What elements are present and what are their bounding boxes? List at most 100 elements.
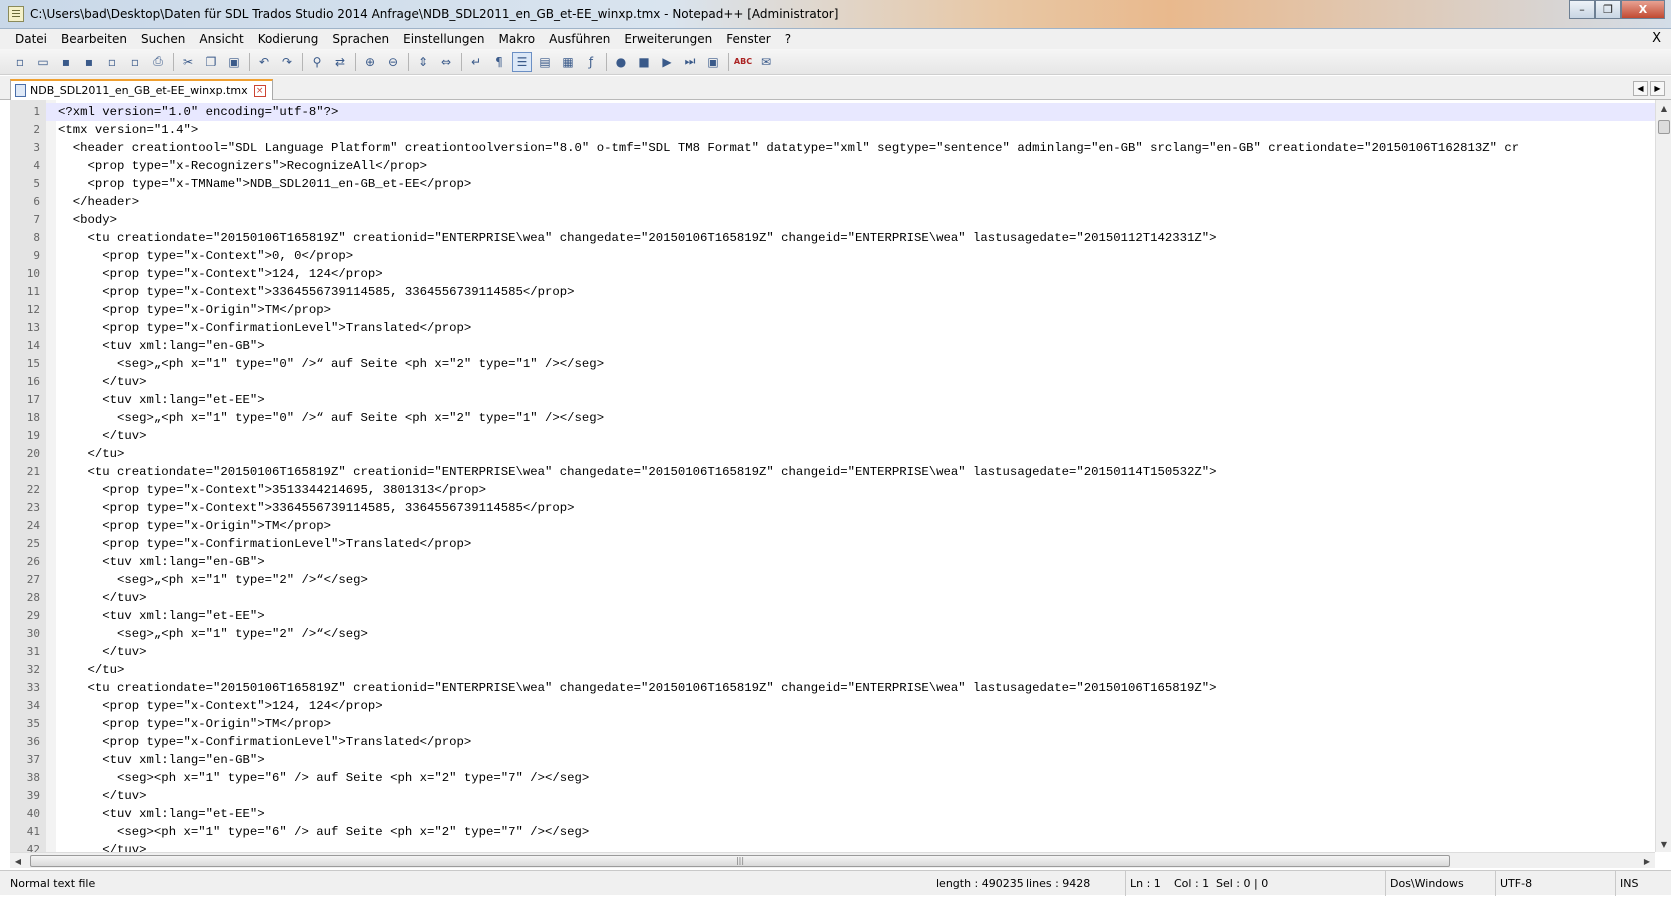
spell-check-icon[interactable]: ABC: [733, 52, 753, 72]
open-file-icon[interactable]: ▭: [33, 52, 53, 72]
code-line[interactable]: 35 <prop type="x-Origin">TM</prop>: [10, 715, 1655, 733]
stop-macro-icon[interactable]: ■: [634, 52, 654, 72]
vertical-scrollbar[interactable]: ▲ ▼: [1655, 100, 1671, 852]
scroll-up-icon[interactable]: ▲: [1656, 100, 1671, 116]
zoom-in-icon[interactable]: ⊕: [360, 52, 380, 72]
menu-erweiterungen[interactable]: Erweiterungen: [617, 32, 719, 46]
tab-scroll-right-icon[interactable]: ▶: [1650, 81, 1665, 96]
code-line[interactable]: 32 </tu>: [10, 661, 1655, 679]
code-line[interactable]: 37 <tuv xml:lang="en-GB">: [10, 751, 1655, 769]
menu-kodierung[interactable]: Kodierung: [251, 32, 326, 46]
code-line[interactable]: 23 <prop type="x-Context">33645567391145…: [10, 499, 1655, 517]
horizontal-scrollbar[interactable]: ◀ ||| ▶: [10, 852, 1655, 868]
document-map-icon[interactable]: ▦: [558, 52, 578, 72]
save-icon[interactable]: ▪: [56, 52, 76, 72]
menu-ausfuehren[interactable]: Ausführen: [542, 32, 617, 46]
sync-vertical-icon[interactable]: ⇕: [413, 52, 433, 72]
close-window-button[interactable]: X: [1621, 0, 1665, 19]
code-line[interactable]: 27 <seg>„<ph x="1" type="2" />“</seg>: [10, 571, 1655, 589]
undo-icon[interactable]: ↶: [254, 52, 274, 72]
code-line[interactable]: 5 <prop type="x-TMName">NDB_SDL2011_en-G…: [10, 175, 1655, 193]
code-line[interactable]: 31 </tuv>: [10, 643, 1655, 661]
code-line[interactable]: 42 </tuv>: [10, 841, 1655, 852]
tab-document[interactable]: NDB_SDL2011_en_GB_et-EE_winxp.tmx ×: [10, 79, 273, 100]
scroll-right-icon[interactable]: ▶: [1639, 853, 1655, 869]
language-icon[interactable]: ▤: [535, 52, 555, 72]
code-line[interactable]: 12 <prop type="x-Origin">TM</prop>: [10, 301, 1655, 319]
code-line[interactable]: 39 </tuv>: [10, 787, 1655, 805]
word-wrap-icon[interactable]: ↵: [466, 52, 486, 72]
find-icon[interactable]: ⚲: [307, 52, 327, 72]
code-line[interactable]: 26 <tuv xml:lang="en-GB">: [10, 553, 1655, 571]
vertical-scroll-thumb[interactable]: [1658, 120, 1670, 134]
spell-settings-icon[interactable]: ✉: [756, 52, 776, 72]
close-all-icon[interactable]: ▫: [125, 52, 145, 72]
code-line[interactable]: 14 <tuv xml:lang="en-GB">: [10, 337, 1655, 355]
menu-help[interactable]: ?: [778, 32, 798, 46]
scroll-down-icon[interactable]: ▼: [1656, 836, 1671, 852]
code-line[interactable]: 17 <tuv xml:lang="et-EE">: [10, 391, 1655, 409]
replace-icon[interactable]: ⇄: [330, 52, 350, 72]
menu-suchen[interactable]: Suchen: [134, 32, 192, 46]
code-line[interactable]: 9 <prop type="x-Context">0, 0</prop>: [10, 247, 1655, 265]
menu-einstellungen[interactable]: Einstellungen: [396, 32, 491, 46]
code-line[interactable]: 41 <seg><ph x="1" type="6" /> auf Seite …: [10, 823, 1655, 841]
code-line[interactable]: 7 <body>: [10, 211, 1655, 229]
minimize-button[interactable]: –: [1569, 0, 1595, 19]
horizontal-scroll-thumb[interactable]: |||: [30, 855, 1450, 867]
scroll-left-icon[interactable]: ◀: [10, 853, 26, 869]
code-line[interactable]: 13 <prop type="x-ConfirmationLevel">Tran…: [10, 319, 1655, 337]
indent-guide-icon[interactable]: ☰: [512, 51, 532, 72]
show-all-chars-icon[interactable]: ¶: [489, 52, 509, 72]
code-line[interactable]: 20 </tu>: [10, 445, 1655, 463]
menu-makro[interactable]: Makro: [491, 32, 542, 46]
menu-ansicht[interactable]: Ansicht: [192, 32, 250, 46]
code-line[interactable]: 22 <prop type="x-Context">3513344214695,…: [10, 481, 1655, 499]
code-line[interactable]: 36 <prop type="x-ConfirmationLevel">Tran…: [10, 733, 1655, 751]
code-line[interactable]: 6 </header>: [10, 193, 1655, 211]
new-file-icon[interactable]: ▫: [10, 52, 30, 72]
code-line[interactable]: 16 </tuv>: [10, 373, 1655, 391]
redo-icon[interactable]: ↷: [277, 52, 297, 72]
code-line[interactable]: 28 </tuv>: [10, 589, 1655, 607]
paste-icon[interactable]: ▣: [224, 52, 244, 72]
record-macro-icon[interactable]: ●: [611, 52, 631, 72]
code-line[interactable]: 38 <seg><ph x="1" type="6" /> auf Seite …: [10, 769, 1655, 787]
menu-datei[interactable]: Datei: [8, 32, 54, 46]
menu-sprachen[interactable]: Sprachen: [325, 32, 396, 46]
tab-close-icon[interactable]: ×: [253, 84, 266, 97]
code-line[interactable]: 30 <seg>„<ph x="1" type="2" />“</seg>: [10, 625, 1655, 643]
close-document-button[interactable]: X: [1652, 31, 1661, 46]
code-line[interactable]: 10 <prop type="x-Context">124, 124</prop…: [10, 265, 1655, 283]
code-line[interactable]: 40 <tuv xml:lang="et-EE">: [10, 805, 1655, 823]
code-line[interactable]: 18 <seg>„<ph x="1" type="0" />“ auf Seit…: [10, 409, 1655, 427]
code-line[interactable]: 2 <tmx version="1.4">: [10, 121, 1655, 139]
maximize-button[interactable]: ❐: [1595, 0, 1621, 19]
save-macro-icon[interactable]: ▣: [703, 52, 723, 72]
menu-bearbeiten[interactable]: Bearbeiten: [54, 32, 134, 46]
play-macro-icon[interactable]: ▶: [657, 52, 677, 72]
code-line[interactable]: 15 <seg>„<ph x="1" type="0" />“ auf Seit…: [10, 355, 1655, 373]
menu-fenster[interactable]: Fenster: [719, 32, 778, 46]
print-icon[interactable]: ⎙: [148, 52, 168, 72]
code-line[interactable]: 4 <prop type="x-Recognizers">RecognizeAl…: [10, 157, 1655, 175]
code-line[interactable]: 29 <tuv xml:lang="et-EE">: [10, 607, 1655, 625]
copy-icon[interactable]: ❐: [201, 52, 221, 72]
cut-icon[interactable]: ✂: [178, 52, 198, 72]
save-all-icon[interactable]: ▪: [79, 52, 99, 72]
zoom-out-icon[interactable]: ⊖: [383, 52, 403, 72]
function-list-icon[interactable]: ƒ: [581, 52, 601, 72]
code-line[interactable]: 11 <prop type="x-Context">33645567391145…: [10, 283, 1655, 301]
run-macro-multiple-icon[interactable]: ⏭: [680, 52, 700, 72]
code-line[interactable]: 33 <tu creationdate="20150106T165819Z" c…: [10, 679, 1655, 697]
tab-scroll-left-icon[interactable]: ◀: [1633, 81, 1648, 96]
code-line[interactable]: 21 <tu creationdate="20150106T165819Z" c…: [10, 463, 1655, 481]
code-line[interactable]: 19 </tuv>: [10, 427, 1655, 445]
code-line[interactable]: 34 <prop type="x-Context">124, 124</prop…: [10, 697, 1655, 715]
sync-horizontal-icon[interactable]: ⇔: [436, 52, 456, 72]
code-line[interactable]: 25 <prop type="x-ConfirmationLevel">Tran…: [10, 535, 1655, 553]
code-line[interactable]: 3 <header creationtool="SDL Language Pla…: [10, 139, 1655, 157]
code-line[interactable]: 24 <prop type="x-Origin">TM</prop>: [10, 517, 1655, 535]
code-line[interactable]: 8 <tu creationdate="20150106T165819Z" cr…: [10, 229, 1655, 247]
close-file-icon[interactable]: ▫: [102, 52, 122, 72]
